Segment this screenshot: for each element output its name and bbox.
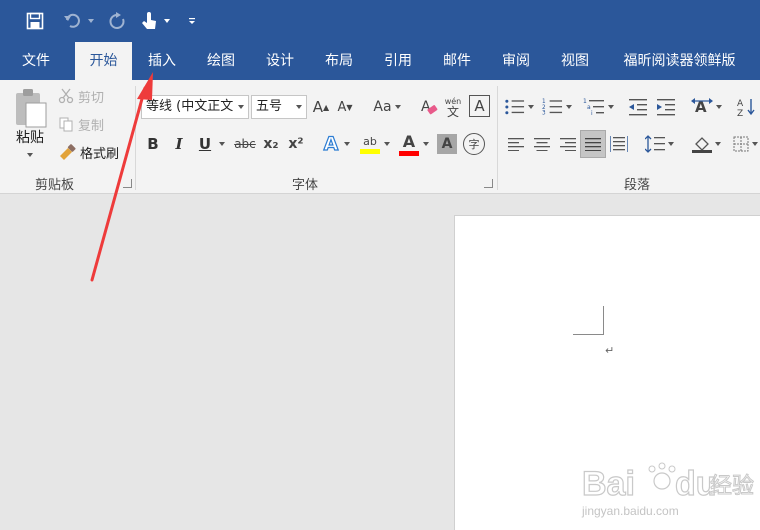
baidu-watermark: Bai du 经验 jingyan.baidu.com	[580, 455, 755, 525]
watermark-brand-a: Bai	[582, 465, 635, 503]
watermark-url: jingyan.baidu.com	[581, 504, 679, 518]
annotation-arrow	[90, 72, 153, 282]
watermark-brand-cn: 经验	[710, 474, 754, 499]
